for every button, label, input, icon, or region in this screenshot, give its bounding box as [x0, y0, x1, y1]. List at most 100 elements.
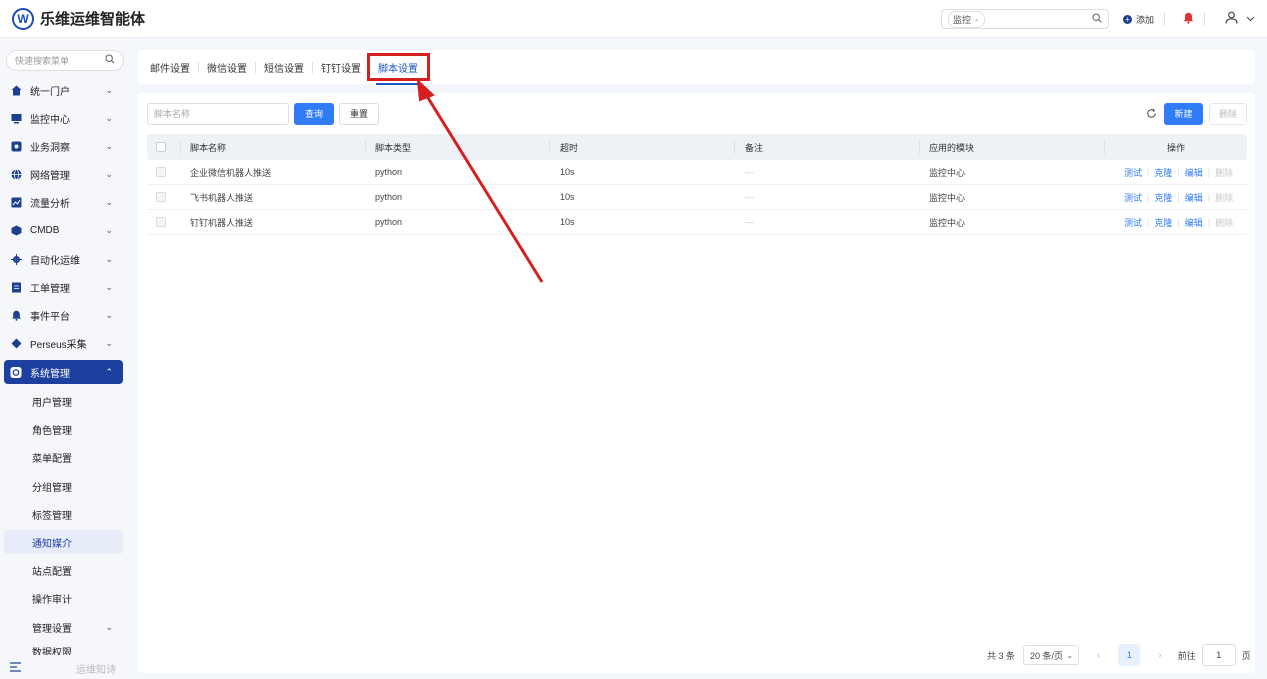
cell-timeout: 10s: [560, 192, 575, 202]
sidebar-item-system[interactable]: 系统管理 ⌃: [4, 360, 123, 384]
tab-email[interactable]: 邮件设置: [150, 60, 190, 75]
search-icon[interactable]: [1092, 12, 1102, 26]
sidebar-item-automation[interactable]: 自动化运维 ⌄: [4, 247, 123, 271]
sidebar-subitem-site-config[interactable]: 站点配置: [4, 558, 123, 582]
sidebar-subitem-menu-config[interactable]: 菜单配置: [4, 445, 123, 469]
column-divider: [180, 140, 181, 154]
sidebar-subitem-admin-settings[interactable]: 管理设置 ⌄: [4, 615, 123, 639]
sidebar-item-label: CMDB: [30, 224, 60, 236]
column-divider: [365, 140, 366, 154]
sidebar-item-label: 工单管理: [30, 283, 70, 295]
prev-page-icon[interactable]: ‹: [1097, 650, 1100, 661]
query-button[interactable]: 查询: [294, 103, 334, 125]
sidebar-subitem-data-permission[interactable]: 数据权限: [4, 641, 123, 656]
table-row: 钉钉机器人推送 python 10s — 监控中心 测试 | 克隆 | 编辑 | 删除: [147, 210, 1247, 235]
chevron-down-icon: ⌄: [105, 253, 113, 264]
tab-dingtalk[interactable]: 钉钉设置: [321, 60, 361, 75]
row-checkbox[interactable]: [156, 160, 166, 184]
divider: |: [1207, 167, 1211, 177]
app-logo[interactable]: W 乐维运维智能体: [12, 7, 145, 30]
sidebar-item-tickets[interactable]: 工单管理 ⌄: [4, 275, 123, 299]
clone-link[interactable]: 克隆: [1154, 191, 1172, 204]
user-avatar-icon[interactable]: [1225, 11, 1238, 27]
notification-bell-icon[interactable]: [1183, 12, 1194, 27]
divider: [1204, 12, 1205, 26]
monitor-icon: [10, 112, 22, 124]
sidebar-subitem-users[interactable]: 用户管理: [4, 389, 123, 413]
sidebar-item-cmdb[interactable]: CMDB ⌄: [4, 218, 123, 242]
collapse-menu-icon[interactable]: [10, 661, 22, 675]
sidebar-subitem-groups[interactable]: 分组管理: [4, 474, 123, 498]
divider: |: [1177, 167, 1180, 177]
goto-page-input[interactable]: 1: [1201, 644, 1236, 666]
row-checkbox[interactable]: [156, 185, 166, 209]
divider: [255, 61, 256, 73]
delete-link[interactable]: 删除: [1215, 191, 1233, 204]
add-button[interactable]: + 添加: [1122, 13, 1154, 26]
new-script-button[interactable]: 新建: [1164, 103, 1203, 125]
sidebar-item-label: 自动化运维: [30, 255, 80, 267]
chevron-down-icon: ⌄: [105, 621, 113, 632]
sidebar-item-events[interactable]: 事件平台 ⌄: [4, 303, 123, 327]
clone-link[interactable]: 克隆: [1154, 216, 1172, 229]
page-size-select[interactable]: 20 条/页 ⌄: [1023, 645, 1080, 665]
page-number-current[interactable]: 1: [1118, 644, 1141, 666]
delete-link[interactable]: 删除: [1215, 166, 1233, 179]
chevron-down-icon: ⌄: [974, 16, 980, 23]
sidebar-subitem-notify-media[interactable]: 通知媒介: [4, 530, 123, 554]
sidebar-subitem-roles[interactable]: 角色管理: [4, 417, 123, 441]
table-row: 企业微信机器人推送 python 10s — 监控中心 测试 | 克隆 | 编辑 | …: [147, 160, 1247, 185]
edit-link[interactable]: 编辑: [1185, 191, 1203, 204]
delete-link[interactable]: 删除: [1215, 216, 1233, 229]
sidebar-item-label: Perseus采集: [30, 339, 87, 351]
cell-timeout: 10s: [560, 167, 575, 177]
cell-timeout: 10s: [560, 217, 575, 227]
cell-script-name: 钉钉机器人推送: [190, 217, 254, 228]
delete-script-button[interactable]: 删除: [1209, 103, 1247, 125]
chevron-up-icon: ⌃: [105, 366, 113, 377]
cell-script-type: python: [375, 192, 403, 202]
next-page-icon[interactable]: ›: [1158, 650, 1161, 661]
sidebar-item-label: 网络管理: [30, 170, 70, 182]
script-name-filter-input[interactable]: 脚本名称: [147, 103, 289, 125]
sidebar-item-traffic[interactable]: 流量分析 ⌄: [4, 190, 123, 214]
select-all-checkbox[interactable]: [156, 134, 166, 160]
sidebar-subitem-label: 通知媒介: [32, 538, 72, 550]
reset-button[interactable]: 重置: [339, 103, 379, 125]
test-link[interactable]: 测试: [1124, 191, 1142, 204]
diamond-icon: [10, 337, 22, 349]
test-link[interactable]: 测试: [1124, 216, 1142, 229]
column-header-note: 备注: [745, 142, 764, 153]
edit-link[interactable]: 编辑: [1185, 216, 1203, 229]
cell-note: —: [745, 217, 754, 227]
sidebar-subitem-tags[interactable]: 标签管理: [4, 502, 123, 526]
sidebar-item-label: 流量分析: [30, 198, 70, 210]
row-checkbox[interactable]: [156, 210, 166, 234]
sidebar-item-perseus[interactable]: Perseus采集 ⌄: [4, 331, 123, 355]
script-list-panel: 脚本名称 查询 重置 新建 删除 脚本名称 脚本类型 超时 备注 应用的模块 操…: [138, 93, 1255, 673]
user-menu-chevron-icon[interactable]: [1246, 14, 1255, 25]
global-search-box[interactable]: 监控 ⌄: [940, 9, 1109, 29]
clone-link[interactable]: 克隆: [1154, 166, 1172, 179]
sidebar-subitem-audit[interactable]: 操作审计: [4, 586, 123, 610]
column-divider: [919, 140, 920, 154]
sidebar-item-network[interactable]: 网络管理 ⌄: [4, 162, 123, 186]
divider: |: [1147, 192, 1150, 202]
traffic-icon: [10, 196, 22, 208]
search-scope-select[interactable]: 监控 ⌄: [947, 10, 985, 28]
sidebar-item-monitor[interactable]: 监控中心 ⌄: [4, 106, 123, 130]
chevron-down-icon: ⌄: [105, 309, 113, 320]
tab-wechat[interactable]: 微信设置: [207, 60, 247, 75]
menu-search-input[interactable]: 快速搜索菜单: [6, 50, 124, 71]
chevron-down-icon: ⌄: [105, 140, 113, 151]
sidebar-item-insight[interactable]: 业务洞察 ⌄: [4, 134, 123, 158]
table-row: 飞书机器人推送 python 10s — 监控中心 测试 | 克隆 | 编辑 | 删除: [147, 185, 1247, 210]
cell-actions: 测试 | 克隆 | 编辑 | 删除: [1124, 185, 1233, 209]
cell-script-name: 飞书机器人推送: [190, 192, 254, 203]
edit-link[interactable]: 编辑: [1185, 166, 1203, 179]
search-scope-label: 监控: [952, 14, 971, 25]
refresh-icon[interactable]: [1146, 108, 1157, 122]
test-link[interactable]: 测试: [1124, 166, 1142, 179]
tab-sms[interactable]: 短信设置: [264, 60, 304, 75]
sidebar-item-portal[interactable]: 统一门户 ⌄: [4, 78, 123, 102]
